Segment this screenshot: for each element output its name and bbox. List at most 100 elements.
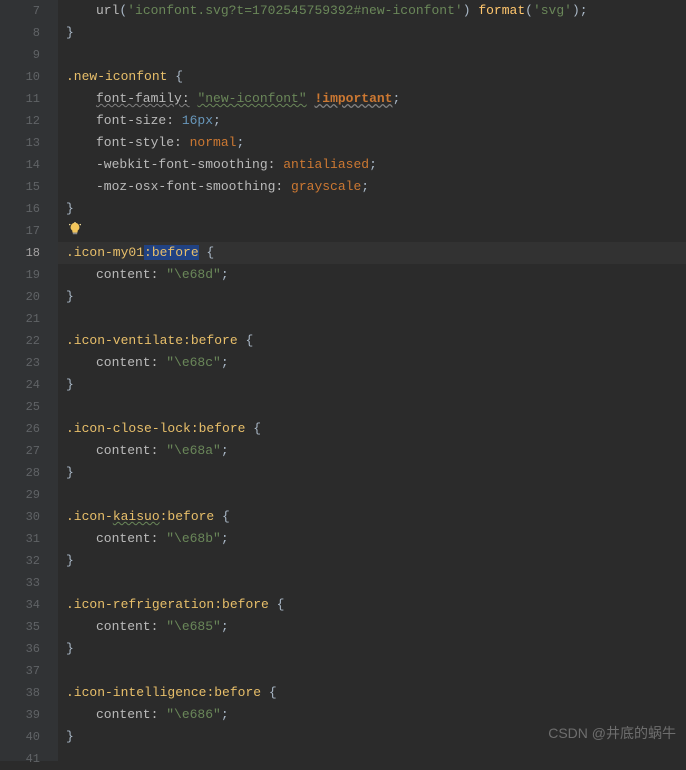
line-number: 19 <box>0 264 40 286</box>
code-line[interactable]: .icon-intelligence:before { <box>58 682 686 704</box>
code-line[interactable] <box>58 572 686 594</box>
code-line[interactable]: -moz-osx-font-smoothing: grayscale; <box>58 176 686 198</box>
code-content[interactable]: url('iconfont.svg?t=1702545759392#new-ic… <box>58 0 686 761</box>
line-number: 38 <box>0 682 40 704</box>
code-line[interactable]: } <box>58 638 686 660</box>
code-line[interactable]: content: "\e68b"; <box>58 528 686 550</box>
code-line[interactable]: content: "\e686"; <box>58 704 686 726</box>
line-number: 40 <box>0 726 40 748</box>
line-number: 35 <box>0 616 40 638</box>
css-brace: } <box>66 289 74 304</box>
code-line[interactable]: .icon-kaisuo:before { <box>58 506 686 528</box>
line-number-gutter: 7 8 9 10 11 12 13 14 15 16 17 18 19 20 2… <box>0 0 58 761</box>
css-brace: } <box>66 553 74 568</box>
css-selector: .icon-close-lock <box>66 421 191 436</box>
code-line[interactable]: } <box>58 550 686 572</box>
css-value: "\e68d" <box>166 267 221 282</box>
code-line[interactable]: content: "\e685"; <box>58 616 686 638</box>
line-number: 39 <box>0 704 40 726</box>
code-line[interactable]: font-size: 16px; <box>58 110 686 132</box>
code-line[interactable]: } <box>58 22 686 44</box>
css-property: content: <box>96 443 166 458</box>
css-property: -webkit-font-smoothing: <box>96 157 283 172</box>
line-number: 13 <box>0 132 40 154</box>
line-number: 31 <box>0 528 40 550</box>
code-line[interactable] <box>58 748 686 770</box>
css-property: -moz-osx-font-smoothing: <box>96 179 291 194</box>
code-line[interactable] <box>58 308 686 330</box>
css-string: 'svg' <box>533 3 572 18</box>
line-number: 37 <box>0 660 40 682</box>
css-value: "\e685" <box>166 619 221 634</box>
line-number: 9 <box>0 44 40 66</box>
code-line[interactable]: -webkit-font-smoothing: antialiased; <box>58 154 686 176</box>
css-selector: .icon-ventilate <box>66 333 183 348</box>
css-value: 16px <box>182 113 213 128</box>
code-line[interactable]: } <box>58 462 686 484</box>
css-property: content: <box>96 355 166 370</box>
line-number: 10 <box>0 66 40 88</box>
lightbulb-icon[interactable] <box>68 222 82 236</box>
css-selector: .icon-refrigeration <box>66 597 214 612</box>
css-value: "\e686" <box>166 707 221 722</box>
css-brace: } <box>66 465 74 480</box>
code-line[interactable]: } <box>58 286 686 308</box>
line-number: 28 <box>0 462 40 484</box>
code-line[interactable]: font-family: "new-iconfont" !important; <box>58 88 686 110</box>
code-line[interactable] <box>58 220 686 242</box>
code-line[interactable]: .icon-refrigeration:before { <box>58 594 686 616</box>
code-line[interactable] <box>58 44 686 66</box>
css-pseudo: :before <box>214 597 269 612</box>
line-number: 11 <box>0 88 40 110</box>
css-property: content: <box>96 531 166 546</box>
css-brace: } <box>66 729 74 744</box>
code-line[interactable] <box>58 396 686 418</box>
line-number: 27 <box>0 440 40 462</box>
css-brace: } <box>66 641 74 656</box>
line-number: 8 <box>0 22 40 44</box>
line-number: 14 <box>0 154 40 176</box>
code-line[interactable]: } <box>58 726 686 748</box>
code-line[interactable]: content: "\e68c"; <box>58 352 686 374</box>
code-line[interactable]: font-style: normal; <box>58 132 686 154</box>
code-editor[interactable]: 7 8 9 10 11 12 13 14 15 16 17 18 19 20 2… <box>0 0 686 761</box>
css-property: content: <box>96 267 166 282</box>
code-line[interactable]: url('iconfont.svg?t=1702545759392#new-ic… <box>58 0 686 22</box>
css-brace: } <box>66 201 74 216</box>
css-selector: .icon- <box>66 509 113 524</box>
code-line[interactable]: } <box>58 374 686 396</box>
css-brace: } <box>66 377 74 392</box>
code-line[interactable]: .icon-ventilate:before { <box>58 330 686 352</box>
line-number: 17 <box>0 220 40 242</box>
css-value: antialiased <box>283 157 369 172</box>
css-value: grayscale <box>291 179 361 194</box>
line-number: 21 <box>0 308 40 330</box>
css-selector-typo: kaisuo <box>113 509 160 524</box>
code-line[interactable] <box>58 660 686 682</box>
line-number: 20 <box>0 286 40 308</box>
css-value: "new-iconfont" <box>197 91 306 106</box>
line-number: 32 <box>0 550 40 572</box>
line-number: 22 <box>0 330 40 352</box>
css-property: font-style: <box>96 135 190 150</box>
line-number: 15 <box>0 176 40 198</box>
line-number: 16 <box>0 198 40 220</box>
line-number: 41 <box>0 748 40 770</box>
css-function: format <box>478 3 525 18</box>
line-number: 25 <box>0 396 40 418</box>
css-selector: .icon-my01 <box>66 245 144 260</box>
code-line-current[interactable]: .icon-my01:before { <box>58 242 686 264</box>
css-value: "\e68c" <box>166 355 221 370</box>
css-function: url <box>96 3 119 18</box>
css-pseudo: :before <box>160 509 215 524</box>
code-line[interactable]: } <box>58 198 686 220</box>
css-value: normal <box>190 135 237 150</box>
code-line[interactable]: content: "\e68d"; <box>58 264 686 286</box>
code-line[interactable]: .new-iconfont { <box>58 66 686 88</box>
css-property: font-family: <box>96 91 190 106</box>
code-line[interactable] <box>58 484 686 506</box>
line-number: 7 <box>0 0 40 22</box>
css-selector: .icon-intelligence <box>66 685 206 700</box>
code-line[interactable]: content: "\e68a"; <box>58 440 686 462</box>
code-line[interactable]: .icon-close-lock:before { <box>58 418 686 440</box>
